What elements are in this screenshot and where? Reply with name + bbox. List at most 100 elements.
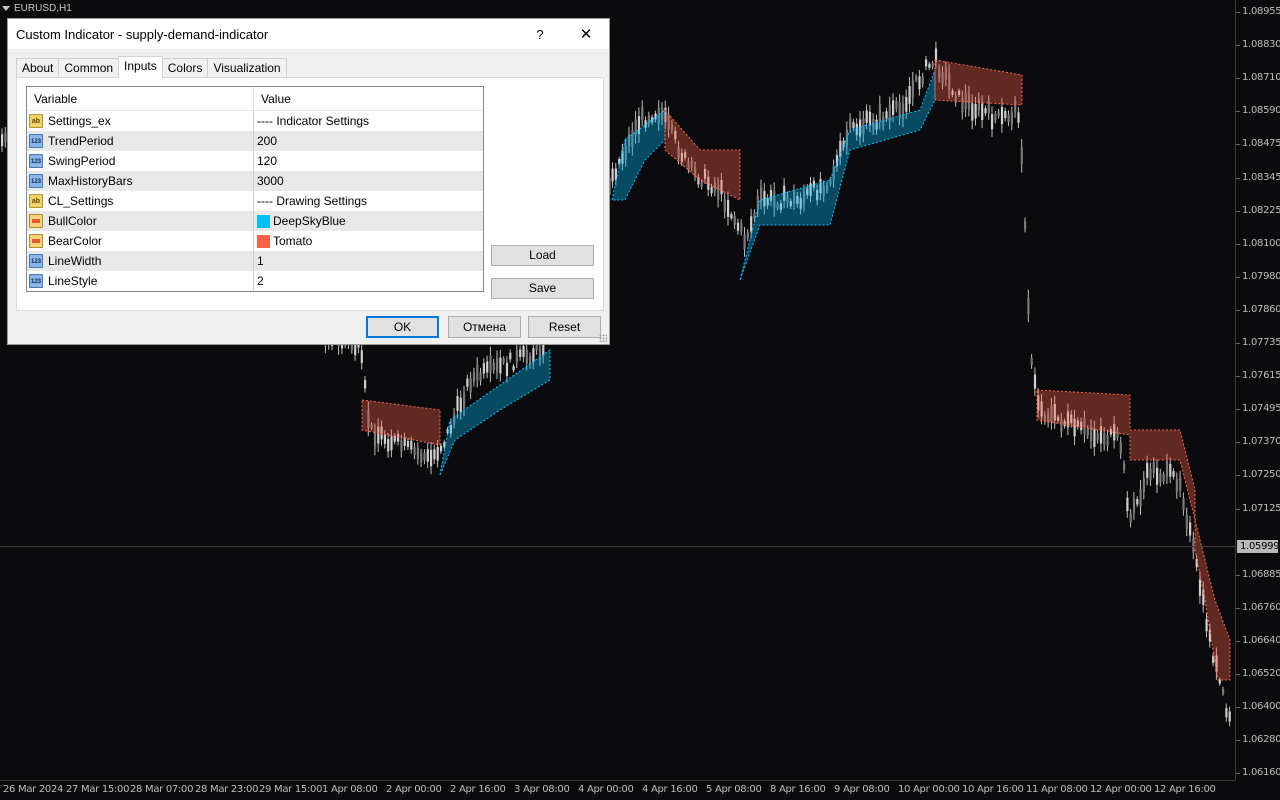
candle-body <box>1007 114 1010 123</box>
candle-body <box>463 393 466 409</box>
candle-body <box>865 110 868 124</box>
input-row[interactable]: BullColor DeepSkyBlue <box>27 211 483 231</box>
time-scale[interactable]: 26 Mar 2024 27 Mar 15:00 28 Mar 07:00 28 Ma… <box>0 780 1235 800</box>
candle-body <box>641 106 644 120</box>
value-text: 3000 <box>257 174 284 188</box>
price-tick <box>1236 78 1240 80</box>
price-tick <box>1236 177 1240 179</box>
value-cell[interactable]: 3000 <box>254 171 483 191</box>
reset-button[interactable]: Reset <box>528 316 601 338</box>
price-tick <box>1236 409 1240 411</box>
candle-body <box>1205 618 1208 632</box>
column-header-value[interactable]: Value <box>254 87 291 110</box>
candle-body <box>1146 463 1149 478</box>
candle-body <box>1149 468 1152 481</box>
tab-colors[interactable]: Colors <box>161 58 209 77</box>
candle-body <box>360 350 363 363</box>
price-label: 1.06640 <box>1242 634 1280 646</box>
candle-body <box>509 352 512 360</box>
symbol-label: EURUSD,H1 <box>14 3 72 14</box>
price-label: 1.07980 <box>1242 270 1280 282</box>
value-text: 120 <box>257 154 278 168</box>
candle-body <box>512 366 515 371</box>
candle-body <box>436 446 439 461</box>
candle-body <box>406 440 410 447</box>
price-label: 1.07495 <box>1242 403 1280 415</box>
variable-cell: 123 TrendPeriod <box>27 131 254 151</box>
candle-body <box>459 397 462 413</box>
input-row[interactable]: BearColor Tomato <box>27 231 483 251</box>
dialog-titlebar[interactable]: Custom Indicator - supply-demand-indicat… <box>8 19 609 49</box>
candle-body <box>1169 463 1172 477</box>
value-cell[interactable]: ---- Indicator Settings <box>254 111 483 131</box>
value-cell[interactable]: 2 <box>254 271 483 291</box>
candle-body <box>1119 442 1122 454</box>
candle-body <box>878 104 881 121</box>
time-label: 26 Mar 2024 <box>3 784 64 795</box>
save-button[interactable]: Save <box>491 278 594 299</box>
dropdown-triangle-icon[interactable] <box>2 6 10 11</box>
tab-visualization[interactable]: Visualization <box>207 58 287 77</box>
zone-band <box>439 349 551 476</box>
candle-body <box>1106 435 1109 446</box>
candle-body <box>1179 477 1182 491</box>
cancel-button[interactable]: Отмена <box>448 316 521 338</box>
price-tick <box>1236 442 1240 444</box>
input-row[interactable]: 123 SwingPeriod 120 <box>27 151 483 171</box>
candle-body <box>505 362 509 376</box>
candle-body <box>472 372 476 382</box>
input-row[interactable]: 123 LineWidth 1 <box>27 251 483 271</box>
value-cell[interactable]: 200 <box>254 131 483 151</box>
price-scale[interactable]: 1.08955 1.08830 1.08710 1.08590 1.08475 1.083… <box>1235 0 1280 780</box>
price-tick <box>1236 640 1240 642</box>
candle-body <box>525 349 528 364</box>
candle-body <box>1136 499 1139 505</box>
close-button[interactable]: ✕ <box>563 19 609 49</box>
candle-body <box>1172 471 1175 477</box>
candle-body <box>1185 514 1188 529</box>
help-button[interactable]: ? <box>517 19 563 49</box>
input-row[interactable]: ab CL_Settings ---- Drawing Settings <box>27 191 483 211</box>
candle-body <box>479 372 482 382</box>
symbol-tab[interactable]: EURUSD,H1 <box>2 3 72 14</box>
tab-about[interactable]: About <box>16 58 60 77</box>
color-swatch <box>257 214 270 228</box>
candle-body <box>892 100 895 116</box>
current-price-line <box>0 546 1235 547</box>
resize-grip-icon[interactable] <box>599 334 607 342</box>
ok-button[interactable]: OK <box>366 316 439 338</box>
variable-cell: 123 LineStyle <box>27 271 254 291</box>
value-cell[interactable]: 120 <box>254 151 483 171</box>
input-row[interactable]: 123 MaxHistoryBars 3000 <box>27 171 483 191</box>
candle-body <box>750 216 753 232</box>
value-cell[interactable]: Tomato <box>254 231 483 251</box>
tab-common[interactable]: Common <box>58 58 120 77</box>
input-row[interactable]: 123 LineStyle 2 <box>27 271 483 291</box>
candle-body <box>918 76 921 90</box>
price-label: 1.08345 <box>1242 171 1280 183</box>
candle-body <box>1004 111 1007 118</box>
candle-body <box>1175 479 1178 493</box>
price-label: 1.07250 <box>1242 469 1280 481</box>
candle-body <box>416 447 419 459</box>
variable-cell: BullColor <box>27 211 254 231</box>
tab-inputs[interactable]: Inputs <box>118 56 163 78</box>
price-tick <box>1236 276 1240 278</box>
candle-body <box>1132 498 1136 513</box>
time-label: 4 Apr 16:00 <box>642 784 698 795</box>
column-header-variable[interactable]: Variable <box>27 87 254 110</box>
candle-body <box>499 357 502 374</box>
value-cell[interactable]: DeepSkyBlue <box>254 211 483 231</box>
candle-body <box>1024 221 1027 229</box>
candle-body <box>410 440 413 450</box>
input-row[interactable]: ab Settings_ex ---- Indicator Settings <box>27 111 483 131</box>
value-cell[interactable]: ---- Drawing Settings <box>254 191 483 211</box>
candle-body <box>1017 112 1020 123</box>
candle-body <box>486 361 489 373</box>
value-cell[interactable]: 1 <box>254 251 483 271</box>
time-label: 28 Mar 23:00 <box>195 784 259 795</box>
input-row[interactable]: 123 TrendPeriod 200 <box>27 131 483 151</box>
load-button[interactable]: Load <box>491 245 594 266</box>
candle-body <box>1156 467 1159 485</box>
candle-body <box>905 97 908 112</box>
